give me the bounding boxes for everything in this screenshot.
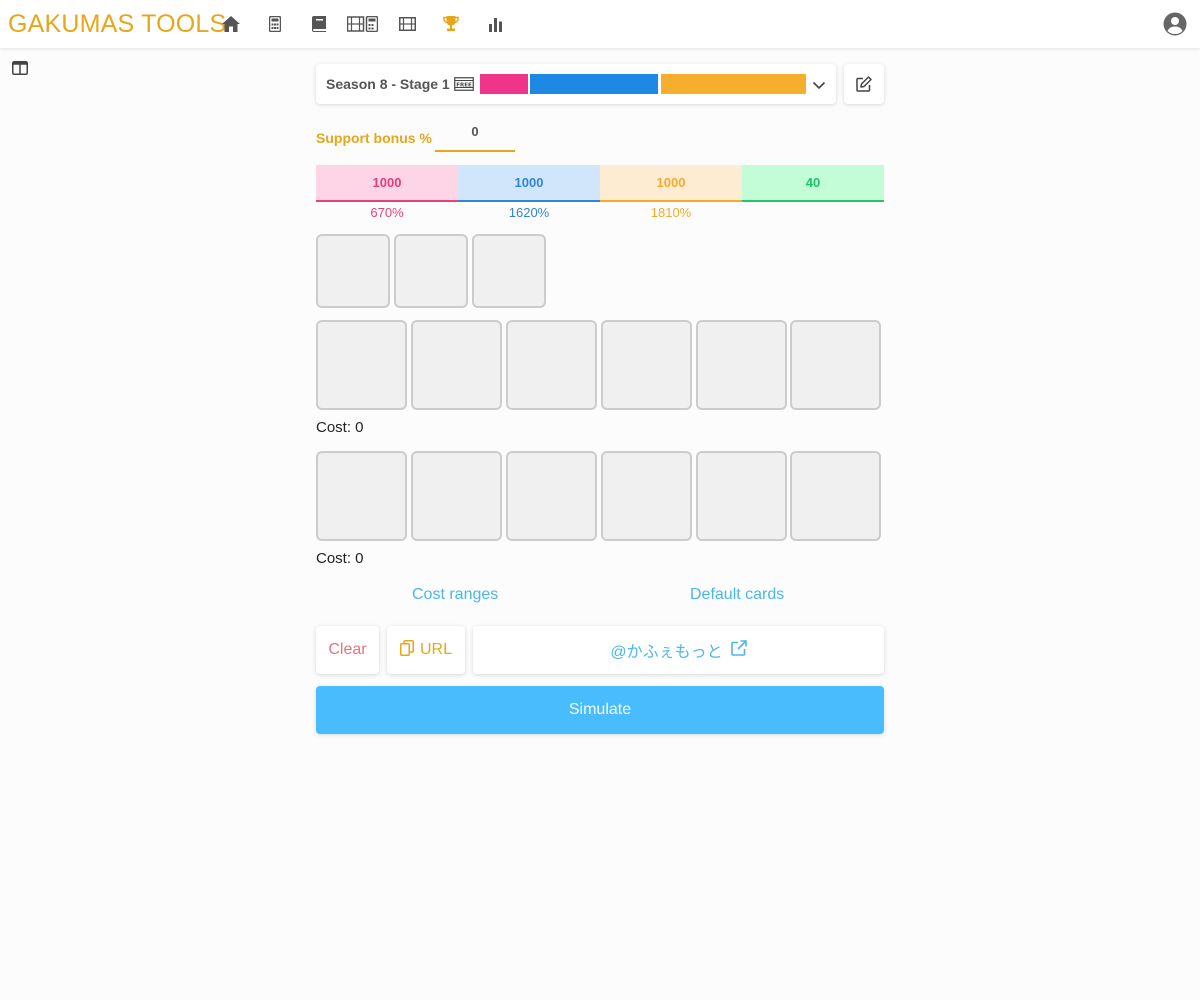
visual-param-input[interactable]: 1000: [600, 165, 742, 202]
film-icon[interactable]: [397, 14, 417, 34]
stage-select[interactable]: Season 8 - Stage 1 FREE: [316, 64, 836, 104]
param-percents: 670% 1620% 1810%: [316, 205, 884, 223]
simulate-button[interactable]: Simulate: [316, 686, 884, 734]
action-row: Clear URL @かふぇもっと: [316, 626, 884, 674]
deck1-card-slot[interactable]: [790, 320, 881, 410]
pitem-slot[interactable]: [394, 234, 468, 308]
brand-logo[interactable]: GAKUMAS TOOLS: [8, 10, 226, 39]
vocal-percent: 670%: [370, 205, 404, 220]
stage-row: Season 8 - Stage 1 FREE: [316, 64, 884, 104]
pitem-slot[interactable]: [316, 234, 390, 308]
calculator-icon[interactable]: [265, 14, 285, 34]
deck2-card-slot[interactable]: [601, 451, 692, 541]
edit-stage-button[interactable]: [844, 64, 884, 104]
dance-param-input[interactable]: 1000: [458, 165, 600, 202]
url-label: URL: [419, 641, 452, 658]
deck1-card-slot[interactable]: [411, 320, 502, 410]
criteria-dance-bar: [530, 74, 658, 94]
support-bonus-label: Support bonus %: [316, 130, 432, 146]
deck1-card-slot[interactable]: [316, 320, 407, 410]
cost-ranges-link[interactable]: Cost ranges: [412, 586, 498, 604]
criteria-visual-bar: [661, 74, 806, 94]
film-calculator-icon[interactable]: [346, 14, 378, 34]
account-circle-icon[interactable]: [1163, 12, 1187, 36]
bar-chart-icon[interactable]: [485, 14, 505, 34]
deck1-card-slot[interactable]: [696, 320, 787, 410]
author-label: @かふぇもっと: [610, 644, 723, 661]
trophy-icon[interactable]: [441, 14, 461, 34]
svg-text:FREE: FREE: [456, 82, 472, 88]
chevron-down-icon: [812, 78, 826, 90]
param-inputs: 1000 1000 1000 40: [316, 165, 884, 202]
simulate-label: Simulate: [568, 701, 632, 718]
stamina-percent: [742, 205, 884, 223]
support-bonus-input[interactable]: [435, 122, 515, 152]
deck2-card-slot[interactable]: [411, 451, 502, 541]
deck2-cost: Cost: 0: [316, 550, 364, 567]
stage-label: Season 8 - Stage 1: [326, 76, 450, 92]
columns-icon[interactable]: [12, 60, 28, 76]
clear-label: Clear: [328, 641, 367, 658]
deck2-card-slot[interactable]: [506, 451, 597, 541]
external-link-icon: [730, 639, 747, 661]
edit-icon: [856, 76, 872, 92]
deck1-card-slot[interactable]: [506, 320, 597, 410]
book-icon[interactable]: [309, 14, 329, 34]
deck1-card-slot[interactable]: [601, 320, 692, 410]
author-link-button[interactable]: @かふぇもっと: [473, 626, 884, 674]
deck2-card-slot[interactable]: [696, 451, 787, 541]
deck1-cost: Cost: 0: [316, 419, 364, 436]
deck2-card-slot[interactable]: [316, 451, 407, 541]
vocal-param-input[interactable]: 1000: [316, 165, 458, 202]
copy-icon: [399, 639, 414, 661]
criteria-vocal-bar: [480, 74, 528, 94]
free-ticket-icon: FREE: [454, 76, 474, 92]
copy-url-button[interactable]: URL: [387, 626, 465, 674]
home-icon[interactable]: [221, 14, 241, 34]
clear-button[interactable]: Clear: [316, 626, 379, 674]
top-navbar: GAKUMAS TOOLS: [0, 0, 1200, 48]
dance-percent: 1620%: [508, 205, 550, 220]
pitem-slot[interactable]: [472, 234, 546, 308]
stamina-param-input[interactable]: 40: [742, 165, 884, 202]
visual-percent: 1810%: [650, 205, 692, 220]
default-cards-link[interactable]: Default cards: [690, 586, 784, 604]
deck2-card-slot[interactable]: [790, 451, 881, 541]
